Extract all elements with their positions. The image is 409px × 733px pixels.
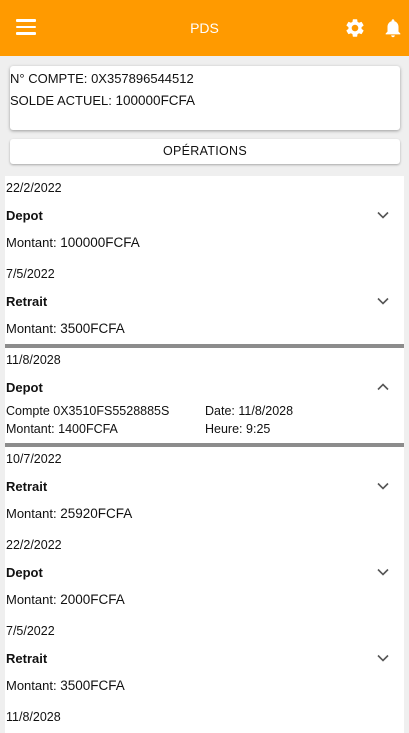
amount-currency: FCFA bbox=[105, 235, 140, 250]
amount-currency: FCFA bbox=[90, 321, 125, 336]
amount-label: Montant: bbox=[6, 235, 57, 250]
transaction-item[interactable]: 7/5/2022 Retrait Montant: 3500FCFA bbox=[5, 262, 404, 348]
account-card: N° COMPTE: 0X357896544512 SOLDE ACTUEL: … bbox=[10, 66, 400, 130]
detail-date-value: 11/8/2028 bbox=[238, 404, 294, 418]
detail-account-value: 0X3510FS5528885S bbox=[53, 404, 170, 418]
transaction-item[interactable]: 11/8/2028 bbox=[5, 705, 404, 733]
transaction-date: 11/8/2028 bbox=[6, 353, 61, 367]
transaction-date: 22/2/2022 bbox=[6, 181, 62, 195]
detail-time-row: Heure: 9:25 bbox=[205, 422, 270, 436]
amount-value: 3500 bbox=[60, 321, 91, 336]
chevron-down-icon[interactable] bbox=[377, 654, 389, 662]
amount-label: Montant: bbox=[6, 592, 57, 607]
amount-currency: FCFA bbox=[90, 592, 125, 607]
transaction-item[interactable]: 7/5/2022 Retrait Montant: 3500FCFA bbox=[5, 619, 404, 709]
amount-label: Montant: bbox=[6, 506, 57, 521]
amount-currency: FCFA bbox=[85, 422, 118, 436]
transaction-type: Retrait bbox=[6, 479, 48, 494]
transaction-item-expanded[interactable]: 11/8/2028 Depot Compte 0X3510FS5528885S … bbox=[5, 348, 404, 447]
amount-value: 1400 bbox=[58, 422, 86, 436]
amount-label: Montant: bbox=[6, 422, 55, 436]
bell-icon[interactable] bbox=[382, 17, 404, 39]
transaction-item[interactable]: 22/2/2022 Depot Montant: 2000FCFA bbox=[5, 533, 404, 623]
amount-value: 100000 bbox=[60, 235, 106, 250]
account-number-label: N° COMPTE: bbox=[10, 71, 88, 86]
transaction-amount-row: Montant: 25920FCFA bbox=[6, 506, 132, 521]
account-balance-label: SOLDE ACTUEL: bbox=[10, 93, 112, 108]
transaction-type: Retrait bbox=[6, 294, 48, 309]
detail-account-label: Compte bbox=[6, 404, 50, 418]
detail-account-row: Compte 0X3510FS5528885S bbox=[6, 404, 169, 418]
amount-value: 3500 bbox=[60, 678, 91, 693]
chevron-down-icon[interactable] bbox=[377, 297, 389, 305]
transaction-type: Depot bbox=[6, 380, 43, 395]
operations-button[interactable]: OPÉRATIONS bbox=[10, 139, 400, 164]
account-balance-value: 100000 bbox=[115, 93, 161, 108]
transaction-type: Depot bbox=[6, 565, 43, 580]
transaction-date: 11/8/2028 bbox=[6, 710, 61, 724]
amount-label: Montant: bbox=[6, 678, 57, 693]
amount-value: 25920 bbox=[60, 506, 98, 521]
chevron-down-icon[interactable] bbox=[377, 211, 389, 219]
transactions-list[interactable]: 22/2/2022 Depot Montant: 100000FCFA 7/5/… bbox=[0, 172, 409, 733]
detail-date-row: Date: 11/8/2028 bbox=[205, 404, 293, 418]
account-balance-currency: FCFA bbox=[160, 93, 196, 108]
detail-time-label: Heure: bbox=[205, 422, 243, 436]
transaction-amount-row: Montant: 2000FCFA bbox=[6, 592, 125, 607]
transaction-item[interactable]: 10/7/2022 Retrait Montant: 25920FCFA bbox=[5, 447, 404, 537]
transaction-date: 7/5/2022 bbox=[6, 267, 55, 281]
transaction-amount-row: Montant: 3500FCFA bbox=[6, 321, 125, 336]
chevron-up-icon[interactable] bbox=[377, 383, 389, 391]
detail-time-value: 9:25 bbox=[246, 422, 271, 436]
amount-currency: FCFA bbox=[90, 678, 125, 693]
transaction-item[interactable]: 22/2/2022 Depot Montant: 100000FCFA bbox=[5, 176, 404, 266]
transaction-type: Retrait bbox=[6, 651, 48, 666]
amount-label: Montant: bbox=[6, 321, 57, 336]
chevron-down-icon[interactable] bbox=[377, 482, 389, 490]
transaction-type: Depot bbox=[6, 208, 43, 223]
transaction-date: 10/7/2022 bbox=[6, 452, 62, 466]
app-bar: PDS bbox=[0, 0, 409, 56]
transaction-date: 22/2/2022 bbox=[6, 538, 62, 552]
amount-value: 2000 bbox=[60, 592, 91, 607]
transaction-amount-row: Montant: 3500FCFA bbox=[6, 678, 125, 693]
gear-icon[interactable] bbox=[344, 17, 366, 39]
account-balance-row: SOLDE ACTUEL: 100000FCFA bbox=[10, 93, 195, 108]
chevron-down-icon[interactable] bbox=[377, 568, 389, 576]
account-number-value: 0X357896544512 bbox=[91, 71, 194, 86]
transaction-date: 7/5/2022 bbox=[6, 624, 55, 638]
account-number-row: N° COMPTE: 0X357896544512 bbox=[10, 71, 194, 86]
detail-date-label: Date: bbox=[205, 404, 235, 418]
amount-currency: FCFA bbox=[97, 506, 133, 521]
detail-amount-row: Montant: 1400FCFA bbox=[6, 422, 118, 436]
transaction-amount-row: Montant: 100000FCFA bbox=[6, 235, 140, 250]
